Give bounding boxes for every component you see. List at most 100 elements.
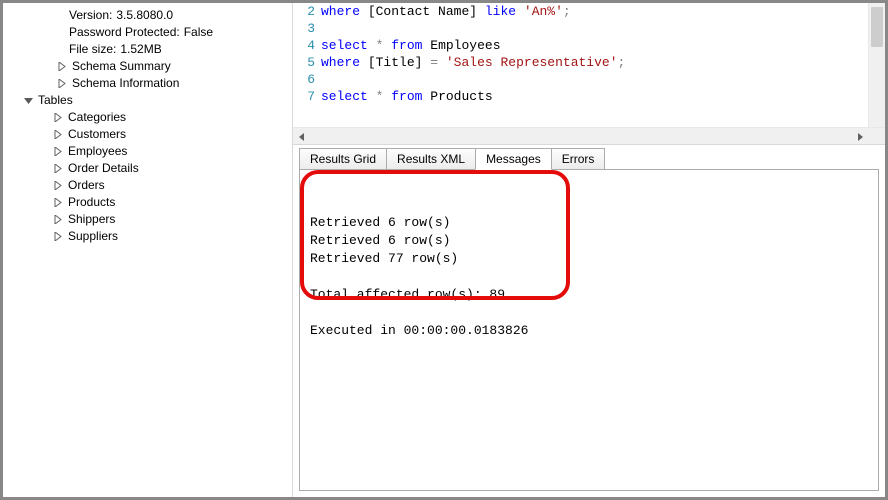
table-node[interactable]: Customers	[53, 126, 292, 143]
code-token: Employees	[430, 38, 500, 53]
code-token: where	[321, 4, 360, 19]
collapse-icon[interactable]	[23, 96, 33, 106]
message-line: Total affected row(s): 89	[310, 286, 868, 304]
expand-icon[interactable]	[53, 164, 63, 174]
sql-editor[interactable]: 234567 where [Contact Name] like 'An%'; …	[293, 3, 885, 127]
expand-icon[interactable]	[53, 198, 63, 208]
scroll-right-icon[interactable]	[851, 128, 868, 145]
object-tree[interactable]: Version: 3.5.8080.0 Password Protected: …	[7, 7, 292, 245]
code-line[interactable]	[321, 71, 885, 88]
schema-information-node[interactable]: Schema Information	[57, 75, 292, 92]
scrollbar-thumb[interactable]	[871, 7, 883, 47]
code-token	[360, 55, 368, 70]
line-number: 2	[293, 3, 315, 20]
tab-results-grid[interactable]: Results Grid	[299, 148, 387, 170]
app-root: Version: 3.5.8080.0 Password Protected: …	[0, 0, 888, 500]
code-line[interactable]: where [Title] = 'Sales Representative';	[321, 54, 885, 71]
line-number: 3	[293, 20, 315, 37]
messages-panel[interactable]: Retrieved 6 row(s)Retrieved 6 row(s)Retr…	[299, 169, 879, 491]
code-token: Products	[430, 89, 492, 104]
table-node[interactable]: Products	[53, 194, 292, 211]
filesize-value: 1.52MB	[120, 41, 161, 58]
table-label: Products	[68, 194, 115, 211]
expand-icon[interactable]	[57, 79, 67, 89]
table-label: Shippers	[68, 211, 115, 228]
tab-errors[interactable]: Errors	[551, 148, 606, 170]
table-label: Categories	[68, 109, 126, 126]
scroll-left-icon[interactable]	[293, 128, 310, 145]
editor-horizontal-scrollbar[interactable]	[293, 127, 885, 144]
message-line: Retrieved 6 row(s)	[310, 232, 868, 250]
db-filesize-row: File size: 1.52MB	[17, 41, 292, 58]
expand-icon[interactable]	[57, 62, 67, 72]
code-token: from	[391, 89, 422, 104]
code-token: ;	[618, 55, 626, 70]
code-line[interactable]: where [Contact Name] like 'An%';	[321, 3, 885, 20]
table-label: Orders	[68, 177, 105, 194]
line-number: 6	[293, 71, 315, 88]
code-token: select	[321, 38, 368, 53]
version-value: 3.5.8080.0	[116, 7, 173, 24]
code-line[interactable]: select * from Employees	[321, 37, 885, 54]
table-label: Order Details	[68, 160, 139, 177]
code-token	[360, 4, 368, 19]
table-label: Customers	[68, 126, 126, 143]
code-token: select	[321, 89, 368, 104]
code-token	[368, 38, 376, 53]
message-line: Retrieved 77 row(s)	[310, 250, 868, 268]
password-value: False	[184, 24, 213, 41]
sql-editor-wrap: 234567 where [Contact Name] like 'An%'; …	[293, 3, 885, 145]
messages-text: Retrieved 6 row(s)Retrieved 6 row(s)Retr…	[310, 214, 868, 340]
table-node[interactable]: Categories	[53, 109, 292, 126]
version-label: Version:	[69, 7, 112, 24]
editor-vertical-scrollbar[interactable]	[868, 3, 885, 127]
message-line	[310, 268, 868, 286]
expand-icon[interactable]	[53, 147, 63, 157]
message-line: Executed in 00:00:00.0183826	[310, 322, 868, 340]
table-label: Suppliers	[68, 228, 118, 245]
code-line[interactable]	[321, 20, 885, 37]
message-line: Retrieved 6 row(s)	[310, 214, 868, 232]
table-label: Employees	[68, 143, 127, 160]
expand-icon[interactable]	[53, 113, 63, 123]
code-token	[516, 4, 524, 19]
code-token	[477, 4, 485, 19]
code-line[interactable]: select * from Products	[321, 88, 885, 105]
line-gutter: 234567	[293, 3, 321, 127]
password-label: Password Protected:	[69, 24, 180, 41]
code-token: like	[485, 4, 516, 19]
code-token: 'Sales Representative'	[446, 55, 618, 70]
line-number: 4	[293, 37, 315, 54]
expand-icon[interactable]	[53, 130, 63, 140]
code-token: ;	[563, 4, 571, 19]
tables-node[interactable]: Tables	[23, 92, 292, 109]
db-password-row: Password Protected: False	[17, 24, 292, 41]
code-token: [Contact Name]	[368, 4, 477, 19]
table-node[interactable]: Order Details	[53, 160, 292, 177]
table-node[interactable]: Orders	[53, 177, 292, 194]
tree-pane: Version: 3.5.8080.0 Password Protected: …	[3, 3, 293, 497]
code-token: from	[391, 38, 422, 53]
line-number: 7	[293, 88, 315, 105]
expand-icon[interactable]	[53, 215, 63, 225]
code-area[interactable]: where [Contact Name] like 'An%'; select …	[321, 3, 885, 127]
code-token: =	[430, 55, 438, 70]
schema-information-label: Schema Information	[72, 75, 179, 92]
schema-summary-node[interactable]: Schema Summary	[57, 58, 292, 75]
tab-results-xml[interactable]: Results XML	[386, 148, 476, 170]
line-number: 5	[293, 54, 315, 71]
table-node[interactable]: Employees	[53, 143, 292, 160]
code-token	[368, 89, 376, 104]
db-version-row: Version: 3.5.8080.0	[17, 7, 292, 24]
results-area: Results Grid Results XML Messages Errors…	[293, 145, 885, 497]
expand-icon[interactable]	[53, 181, 63, 191]
filesize-label: File size:	[69, 41, 116, 58]
table-node[interactable]: Shippers	[53, 211, 292, 228]
code-token: [Title]	[368, 55, 423, 70]
code-token: 'An%'	[524, 4, 563, 19]
expand-icon[interactable]	[53, 232, 63, 242]
code-token: where	[321, 55, 360, 70]
table-node[interactable]: Suppliers	[53, 228, 292, 245]
tables-label: Tables	[38, 92, 73, 109]
tab-messages[interactable]: Messages	[475, 148, 552, 170]
